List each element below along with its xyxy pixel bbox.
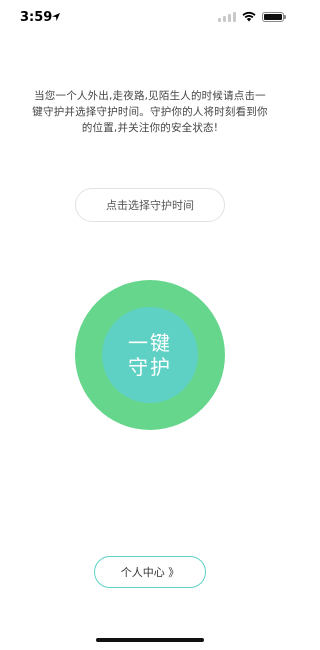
home-indicator[interactable] [96,638,204,642]
battery-icon [262,11,286,22]
one-click-guard-button[interactable]: 一键 守护 [75,280,225,430]
signal-icon [218,11,236,22]
status-icons [218,11,286,22]
location-arrow-icon [52,13,60,21]
safety-description: 当您一个人外出,走夜路,见陌生人的时候请点击一键守护并选择守护时间。守护你的人将… [32,90,268,134]
status-time: 3:59 [20,10,53,25]
guard-label-line2: 守护 [128,355,172,379]
personal-center-button[interactable]: 个人中心 》 [94,556,206,588]
guard-label-line1: 一键 [128,331,172,355]
guard-button-inner[interactable]: 一键 守护 [102,307,198,403]
select-guard-time-button[interactable]: 点击选择守护时间 [75,188,225,222]
wifi-icon [242,11,256,22]
status-bar: 3:59 [0,0,300,36]
